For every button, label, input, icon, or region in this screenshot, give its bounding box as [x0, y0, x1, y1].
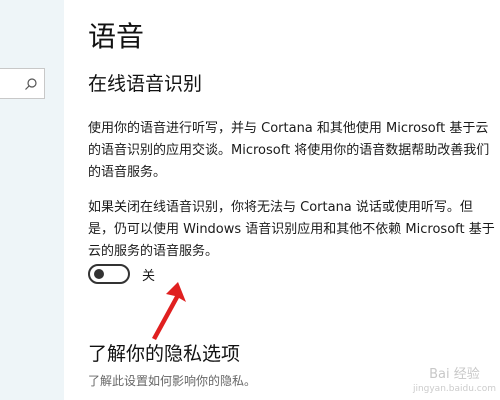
sidebar: [0, 0, 64, 400]
online-speech-off-warning: 如果关闭在线语音识别，你将无法与 Cortana 说话或使用听写。但是，仍可以使…: [88, 200, 495, 259]
search-icon[interactable]: [24, 77, 38, 91]
watermark: Bai 经验 jingyan.baidu.com: [413, 368, 496, 396]
online-speech-description: 使用你的语音进行听写，并与 Cortana 和其他使用 Microsoft 基于…: [88, 121, 490, 180]
privacy-section-title: 了解你的隐私选项: [88, 343, 241, 365]
search-input[interactable]: [0, 68, 45, 99]
watermark-text: Bai 经验: [429, 367, 480, 382]
main-content: 语音 在线语音识别 使用你的语音进行听写，并与 Cortana 和其他使用 Mi…: [64, 0, 500, 400]
page-title: 语音: [88, 20, 145, 53]
privacy-link[interactable]: 了解此设置如何影响你的隐私。: [88, 372, 256, 390]
online-speech-section-title: 在线语音识别: [88, 73, 203, 95]
watermark-sub: jingyan.baidu.com: [412, 384, 496, 394]
red-arrow-annotation-icon: [152, 282, 186, 340]
toggle-knob: [94, 269, 104, 279]
online-speech-toggle[interactable]: [88, 264, 130, 284]
settings-window: 语音 在线语音识别 使用你的语音进行听写，并与 Cortana 和其他使用 Mi…: [0, 0, 500, 400]
online-speech-toggle-row: 关: [88, 262, 155, 286]
